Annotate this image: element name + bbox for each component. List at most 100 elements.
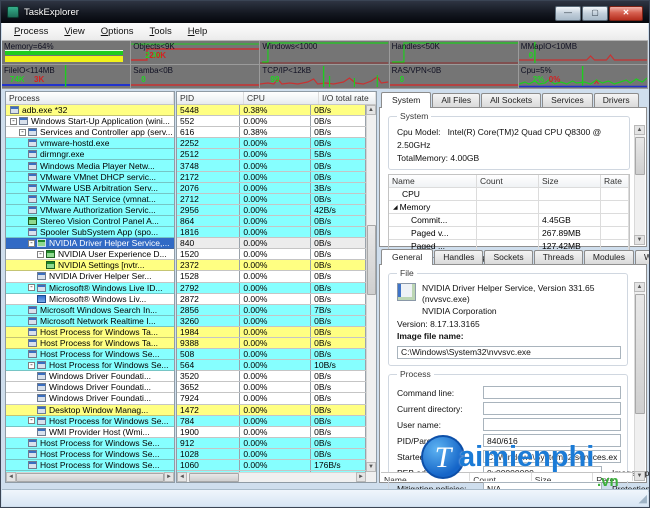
process-pid-cell[interactable]: 3652 [177,382,240,392]
process-cpu-cell[interactable]: 0.00% [240,349,311,359]
system-column-size[interactable]: Size [539,175,601,187]
graph-windows[interactable]: Windows<1000 [260,41,389,65]
process-io-cell[interactable]: 7B/s [311,305,366,315]
process-pid-cell[interactable]: 912 [177,438,240,448]
scroll-left-icon[interactable]: ◄ [6,472,16,482]
graph-fileio[interactable]: FileIO<114MB 74K 3K [2,65,131,89]
process-grid-row[interactable]: 8640.00%0B/s [177,216,366,227]
process-io-cell[interactable]: 0B/s [311,405,366,415]
process-row[interactable]: Host Process for Windows Se... [6,349,174,360]
system-column-rate[interactable]: Rate [601,175,629,187]
process-grid-row[interactable]: 19000.00%0B/s [177,427,366,438]
process-row[interactable]: Host Process for Windows Se... [6,438,174,449]
process-cpu-cell[interactable]: 0.00% [240,172,311,182]
process-row[interactable]: adb.exe *32 [6,105,174,116]
process-pid-cell[interactable]: 2856 [177,305,240,315]
process-pid-cell[interactable]: 552 [177,116,240,126]
process-pid-cell[interactable]: 9388 [177,338,240,348]
process-cpu-cell[interactable]: 0.00% [240,283,311,293]
process-cpu-cell[interactable]: 0.00% [240,138,311,148]
tab-sockets[interactable]: Sockets [484,250,532,264]
menu-item-view[interactable]: View [56,24,92,39]
process-cpu-cell[interactable]: 0.00% [240,238,311,248]
process-cpu-cell[interactable]: 0.00% [240,271,311,281]
process-io-cell[interactable]: 0B/s [311,338,366,348]
process-io-cell[interactable]: 0B/s [311,238,366,248]
process-io-cell[interactable]: 42B/s [311,205,366,215]
process-io-cell[interactable]: 0B/s [311,283,366,293]
process-row[interactable]: NVIDIA Driver Helper Ser... [6,271,174,282]
graph-cpu[interactable]: Cpu=5% 2% 0% [519,65,648,89]
process-pid-cell[interactable]: 1528 [177,271,240,281]
process-cpu-cell[interactable]: 0.00% [240,427,311,437]
process-row[interactable]: -Windows Start-Up Application (wini... [6,116,174,127]
tab-drivers[interactable]: Drivers [594,93,639,107]
tab-all-sockets[interactable]: All Sockets [481,93,541,107]
process-cpu-cell[interactable]: 0.00% [240,382,311,392]
process-pid-cell[interactable]: 2076 [177,183,240,193]
process-row[interactable]: Host Process for Windows Se... [6,460,174,471]
grid-vertical-scrollbar[interactable]: ▲ ▼ [366,105,376,472]
system-table-row[interactable]: Commit...4.45GB [389,214,629,227]
field-input-started-by-[interactable] [483,450,621,463]
scroll-down-icon[interactable]: ▼ [634,471,645,481]
process-io-cell[interactable]: 0B/s [311,449,366,459]
system-table-header[interactable]: NameCountSizeRate [389,175,629,188]
process-row[interactable]: VMware Authorization Servic... [6,205,174,216]
process-grid-row[interactable]: 5080.00%0B/s [177,349,366,360]
process-pid-cell[interactable]: 508 [177,349,240,359]
process-cpu-cell[interactable]: 0.00% [240,216,311,226]
process-cpu-cell[interactable]: 0.00% [240,160,311,170]
process-cpu-cell[interactable]: 0.00% [240,449,311,459]
process-io-cell[interactable]: 10B/s [311,360,366,370]
process-io-cell[interactable]: 0B/s [311,249,366,259]
process-io-cell[interactable]: 0B/s [311,427,366,437]
maximize-button[interactable]: ▢ [582,6,608,21]
process-row[interactable]: Microsoft Network Realtime I... [6,316,174,327]
process-cpu-cell[interactable]: 0.00% [240,438,311,448]
process-row[interactable]: Host Process for Windows Ta... [6,327,174,338]
process-grid-row[interactable]: 7840.00%0B/s [177,416,366,427]
process-grid-row[interactable]: 21720.00%0B/s [177,172,366,183]
process-grid-row[interactable]: 6160.38%0B/s [177,127,366,138]
tree-collapse-icon[interactable]: - [28,284,35,291]
scroll-up-icon[interactable]: ▲ [634,282,645,292]
process-pid-cell[interactable]: 1472 [177,405,240,415]
tree-collapse-icon[interactable]: - [37,251,44,258]
scroll-right-icon[interactable]: ► [164,472,174,482]
column-header-pid[interactable]: PID [177,92,244,104]
system-panel-scrollbar[interactable]: ▲ ▼ [634,125,645,245]
process-row[interactable]: -Host Process for Windows Se... [6,416,174,427]
tree-collapse-icon[interactable]: - [19,129,26,136]
scroll-right-icon[interactable]: ► [356,472,366,482]
process-io-cell[interactable]: 0B/s [311,349,366,359]
process-row[interactable]: Host Process for Windows Ta... [6,338,174,349]
field-input-command-line-[interactable] [483,386,621,399]
process-grid-row[interactable]: 36520.00%0B/s [177,382,366,393]
tab-modules[interactable]: Modules [584,250,634,264]
process-pid-cell[interactable]: 5448 [177,105,240,115]
process-pid-cell[interactable]: 2252 [177,138,240,148]
process-cpu-cell[interactable]: 0.00% [240,194,311,204]
process-pid-cell[interactable]: 3520 [177,371,240,381]
process-grid-row[interactable]: 54480.38%0B/s [177,105,366,116]
process-io-cell[interactable]: 176B/s [311,460,366,470]
scrollbar-thumb[interactable] [189,473,239,482]
column-header-cpu[interactable]: CPU [244,92,319,104]
scrollbar-thumb[interactable] [367,225,376,295]
process-row[interactable]: Desktop Window Manag... [6,405,174,416]
tab-system[interactable]: System [381,92,431,108]
close-button[interactable]: ✕ [609,6,643,21]
scrollbar-thumb[interactable] [635,294,645,414]
scrollbar-thumb[interactable] [16,473,164,482]
process-grid-row[interactable]: 15200.00%0B/s [177,249,366,260]
tree-horizontal-scrollbar[interactable]: ◄ ► [6,472,174,482]
process-grid-row[interactable]: 27120.00%0B/s [177,194,366,205]
column-header-io[interactable]: I/O total rate [319,92,376,104]
process-row[interactable]: -NVIDIA Driver Helper Service,... [6,238,174,249]
minimize-button[interactable]: — [555,6,581,21]
process-row[interactable]: -NVIDIA User Experience D... [6,249,174,260]
process-cpu-cell[interactable]: 0.00% [240,205,311,215]
process-row[interactable]: VMware NAT Service (vmnat... [6,194,174,205]
process-cpu-cell[interactable]: 0.00% [240,149,311,159]
